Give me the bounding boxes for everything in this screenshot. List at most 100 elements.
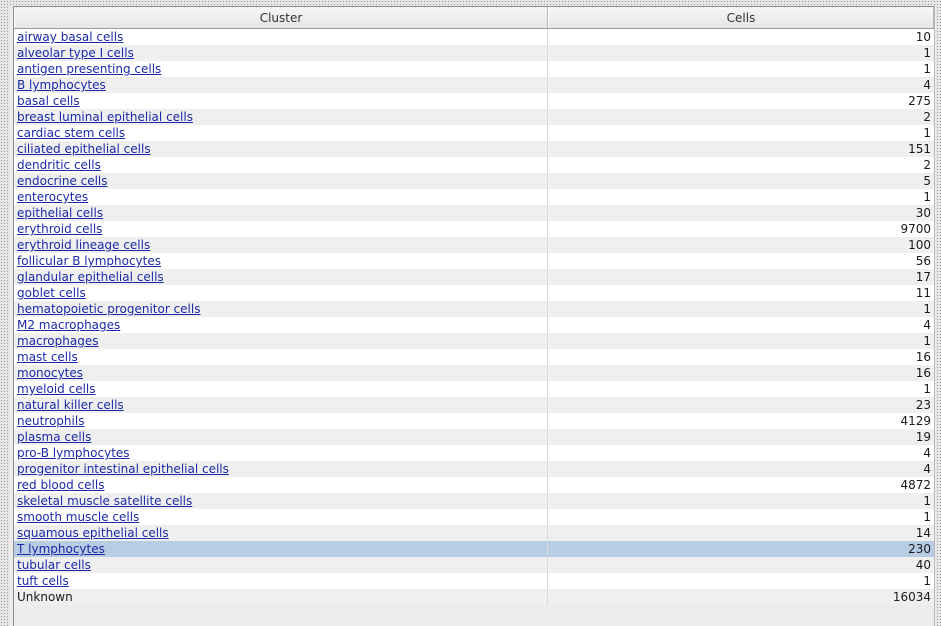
cells-count-cell: 1 (923, 494, 931, 508)
table-row[interactable]: epithelial cells 30 (14, 205, 934, 221)
table-row[interactable]: enterocytes 1 (14, 189, 934, 205)
cluster-link[interactable]: plasma cells (17, 430, 91, 444)
cluster-link[interactable]: erythroid cells (17, 222, 102, 236)
table-row[interactable]: ciliated epithelial cells 151 (14, 141, 934, 157)
table-row[interactable]: squamous epithelial cells 14 (14, 525, 934, 541)
table-row[interactable]: basal cells 275 (14, 93, 934, 109)
cluster-label: Unknown (17, 590, 73, 604)
table-row[interactable]: hematopoietic progenitor cells 1 (14, 301, 934, 317)
cluster-link[interactable]: enterocytes (17, 190, 88, 204)
cluster-link[interactable]: basal cells (17, 94, 80, 108)
table-row[interactable]: airway basal cells 10 (14, 29, 934, 45)
cluster-link[interactable]: tuft cells (17, 574, 69, 588)
cluster-cell: antigen presenting cells (14, 61, 548, 77)
cluster-link[interactable]: progenitor intestinal epithelial cells (17, 462, 229, 476)
table-row[interactable]: red blood cells 4872 (14, 477, 934, 493)
cells-count-cell: 10 (915, 30, 931, 44)
cluster-cell: myeloid cells (14, 381, 548, 397)
cluster-link[interactable]: antigen presenting cells (17, 62, 161, 76)
table-row[interactable]: breast luminal epithelial cells 2 (14, 109, 934, 125)
cluster-link[interactable]: tubular cells (17, 558, 91, 572)
cluster-link[interactable]: breast luminal epithelial cells (17, 110, 193, 124)
table-row[interactable]: M2 macrophages 4 (14, 317, 934, 333)
cluster-link[interactable]: neutrophils (17, 414, 84, 428)
table-row[interactable]: tubular cells 40 (14, 557, 934, 573)
table-row[interactable]: skeletal muscle satellite cells 1 (14, 493, 934, 509)
cells-count-cell: 5 (923, 174, 931, 188)
table-row[interactable]: goblet cells 11 (14, 285, 934, 301)
table-row[interactable]: natural killer cells 23 (14, 397, 934, 413)
table-row[interactable]: macrophages 1 (14, 333, 934, 349)
cluster-link[interactable]: pro-B lymphocytes (17, 446, 130, 460)
table-row[interactable]: endocrine cells 5 (14, 173, 934, 189)
table-row[interactable]: glandular epithelial cells 17 (14, 269, 934, 285)
cluster-link[interactable]: skeletal muscle satellite cells (17, 494, 192, 508)
cluster-cell: hematopoietic progenitor cells (14, 301, 548, 317)
cluster-link[interactable]: mast cells (17, 350, 78, 364)
cluster-cell: pro-B lymphocytes (14, 445, 548, 461)
cluster-link[interactable]: erythroid lineage cells (17, 238, 150, 252)
cluster-link[interactable]: epithelial cells (17, 206, 103, 220)
cluster-link[interactable]: airway basal cells (17, 30, 123, 44)
cluster-cell: tuft cells (14, 573, 548, 589)
cluster-link[interactable]: macrophages (17, 334, 98, 348)
table-row[interactable]: follicular B lymphocytes 56 (14, 253, 934, 269)
cluster-link[interactable]: natural killer cells (17, 398, 124, 412)
cluster-link[interactable]: T lymphocytes (17, 542, 105, 556)
cluster-link[interactable]: dendritic cells (17, 158, 101, 172)
cluster-link[interactable]: M2 macrophages (17, 318, 120, 332)
table-row[interactable]: myeloid cells 1 (14, 381, 934, 397)
cluster-link[interactable]: follicular B lymphocytes (17, 254, 161, 268)
cluster-link[interactable]: red blood cells (17, 478, 104, 492)
cells-count-cell: 14 (915, 526, 931, 540)
cluster-cell: breast luminal epithelial cells (14, 109, 548, 125)
column-header-cells[interactable]: Cells (548, 7, 934, 28)
cluster-cell: mast cells (14, 349, 548, 365)
cluster-link[interactable]: endocrine cells (17, 174, 108, 188)
cluster-link[interactable]: monocytes (17, 366, 83, 380)
table-row[interactable]: plasma cells 19 (14, 429, 934, 445)
cells-count-cell: 100 (908, 238, 931, 252)
cells-count-cell: 16 (915, 350, 931, 364)
cluster-cell: enterocytes (14, 189, 548, 205)
cluster-link[interactable]: hematopoietic progenitor cells (17, 302, 200, 316)
cluster-link[interactable]: myeloid cells (17, 382, 96, 396)
table-row[interactable]: neutrophils 4129 (14, 413, 934, 429)
window-resize-grip-left[interactable] (0, 0, 10, 626)
table-row[interactable]: mast cells 16 (14, 349, 934, 365)
cluster-cell: neutrophils (14, 413, 548, 429)
table-row[interactable]: tuft cells 1 (14, 573, 934, 589)
cells-count-cell: 1 (923, 46, 931, 60)
table-row[interactable]: antigen presenting cells 1 (14, 61, 934, 77)
cluster-link[interactable]: squamous epithelial cells (17, 526, 169, 540)
table-row[interactable]: progenitor intestinal epithelial cells 4 (14, 461, 934, 477)
cells-count-cell: 16034 (892, 590, 931, 604)
cells-count-cell: 4 (923, 462, 931, 476)
cluster-link[interactable]: ciliated epithelial cells (17, 142, 151, 156)
column-header-cluster[interactable]: Cluster (14, 7, 548, 28)
cluster-link[interactable]: glandular epithelial cells (17, 270, 164, 284)
cluster-link[interactable]: smooth muscle cells (17, 510, 139, 524)
table-row[interactable]: T lymphocytes 230 (14, 541, 934, 557)
cluster-link[interactable]: goblet cells (17, 286, 86, 300)
table-row[interactable]: alveolar type I cells 1 (14, 45, 934, 61)
table-row[interactable]: pro-B lymphocytes 4 (14, 445, 934, 461)
cluster-link[interactable]: cardiac stem cells (17, 126, 125, 140)
cluster-link[interactable]: B lymphocytes (17, 78, 106, 92)
table-row[interactable]: Unknown 16034 (14, 589, 934, 605)
cluster-cell: M2 macrophages (14, 317, 548, 333)
cells-count-cell: 40 (915, 558, 931, 572)
table-row[interactable]: cardiac stem cells 1 (14, 125, 934, 141)
cluster-link[interactable]: alveolar type I cells (17, 46, 134, 60)
cells-count-cell: 1 (923, 126, 931, 140)
table-row[interactable]: erythroid lineage cells 100 (14, 237, 934, 253)
table-row[interactable]: monocytes 16 (14, 365, 934, 381)
table-row[interactable]: B lymphocytes 4 (14, 77, 934, 93)
table-row[interactable]: smooth muscle cells 1 (14, 509, 934, 525)
cluster-cell: erythroid cells (14, 221, 548, 237)
cells-count-cell: 19 (915, 430, 931, 444)
table-row[interactable]: erythroid cells 9700 (14, 221, 934, 237)
cells-count-cell: 2 (923, 158, 931, 172)
table-row[interactable]: dendritic cells 2 (14, 157, 934, 173)
cluster-cell: Unknown (14, 589, 548, 605)
